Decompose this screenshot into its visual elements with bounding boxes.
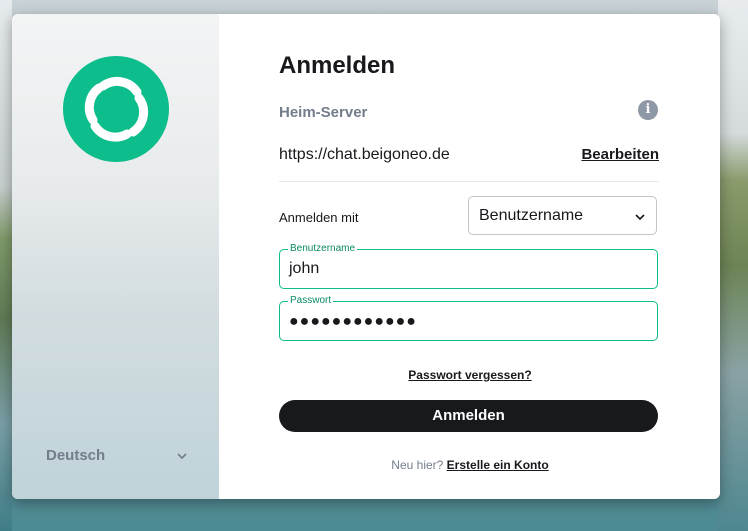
- forgot-password-link[interactable]: Passwort vergessen?: [257, 368, 683, 382]
- background-left: [0, 0, 12, 531]
- signin-method-select[interactable]: Benutzername: [468, 196, 657, 235]
- language-selector[interactable]: Deutsch: [46, 447, 188, 467]
- homeserver-url: https://chat.beigoneo.de: [279, 146, 450, 163]
- chevron-down-icon: [634, 210, 646, 228]
- element-logo-icon: [63, 56, 169, 162]
- password-field[interactable]: Passwort ●●●●●●●●●●●●: [279, 295, 658, 341]
- login-form: Anmelden Heim-Server i https://chat.beig…: [219, 14, 720, 499]
- login-button[interactable]: Anmelden: [279, 400, 658, 432]
- username-field[interactable]: Benutzername john: [279, 243, 658, 289]
- divider: [279, 181, 659, 182]
- background-right: [718, 0, 748, 531]
- sidebar: Deutsch: [12, 14, 219, 499]
- signin-with-label: Anmelden mit: [279, 210, 359, 225]
- info-icon[interactable]: i: [638, 100, 658, 120]
- create-account-link[interactable]: Erstelle ein Konto: [447, 458, 549, 472]
- login-dialog: Deutsch Anmelden Heim-Server i https://c…: [12, 14, 720, 499]
- edit-homeserver-link[interactable]: Bearbeiten: [581, 146, 659, 163]
- page-title: Anmelden: [279, 52, 396, 79]
- username-value: john: [289, 260, 320, 277]
- username-field-label: Benutzername: [288, 243, 358, 255]
- chevron-down-icon: [176, 449, 188, 466]
- password-field-label: Passwort: [288, 295, 334, 307]
- new-here-text: Neu hier?: [391, 458, 444, 472]
- signin-method-value: Benutzername: [479, 207, 584, 224]
- password-mask: ●●●●●●●●●●●●: [289, 313, 417, 330]
- create-account-row: Neu hier? Erstelle ein Konto: [257, 458, 683, 472]
- language-label: Deutsch: [46, 447, 106, 464]
- homeserver-label: Heim-Server: [279, 104, 368, 121]
